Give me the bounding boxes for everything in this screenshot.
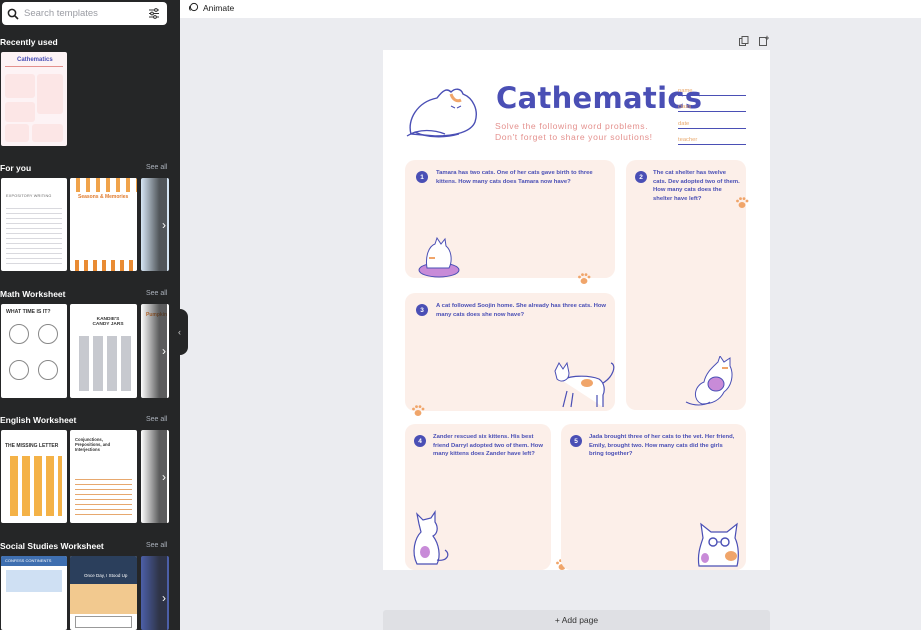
design-page[interactable]: Cathematics Solve the following word pro… — [383, 50, 770, 570]
thumb-title: WHAT TIME IS IT? — [6, 309, 51, 315]
thumb-card — [5, 74, 35, 98]
thumb-leaves — [70, 178, 137, 192]
section-title-social-studies-worksheet: Social Studies Worksheet — [0, 541, 104, 551]
problem-text: Jada brought three of her cats to the ve… — [589, 434, 735, 458]
section-title-math-worksheet: Math Worksheet — [0, 289, 66, 299]
thumb-photo — [70, 556, 137, 584]
thumb-card — [5, 102, 35, 122]
problem-card-4: 4 Zander rescued six kittens. His best f… — [405, 424, 551, 570]
collapse-panel-button[interactable]: ‹ — [171, 309, 188, 355]
template-thumb-recent-cathematics[interactable]: Cathematics — [1, 52, 67, 146]
clock-icon — [9, 360, 29, 380]
field-date[interactable]: date — [678, 121, 746, 129]
thumb-card — [37, 74, 63, 114]
paw-print-icon — [736, 197, 749, 208]
add-page-icon[interactable] — [758, 35, 770, 47]
thumb-lines — [75, 475, 132, 517]
problem-number: 4 — [414, 435, 426, 447]
field-teacher[interactable]: teacher — [678, 137, 746, 145]
thumb-card — [32, 124, 63, 142]
cat-with-glasses-illustration — [697, 522, 739, 567]
field-name[interactable]: name — [678, 88, 746, 96]
template-thumb-continents[interactable]: CONFESS CONTINENTS — [1, 556, 67, 630]
thumb-pictures — [6, 456, 62, 516]
thumb-card — [5, 124, 29, 142]
template-sidebar: Recently used Cathematics For you See al… — [0, 0, 180, 630]
see-all-math[interactable]: See all — [146, 290, 167, 297]
duplicate-page-icon[interactable] — [738, 35, 750, 47]
problem-card-1: 1 Tamara has two cats. One of her cats g… — [405, 160, 615, 278]
worksheet-title: Cathematics — [496, 81, 703, 115]
worksheet-subtitle-2: Don't forget to share your solutions! — [495, 132, 653, 142]
walking-cat-illustration — [554, 361, 615, 408]
filter-icon[interactable] — [142, 2, 166, 25]
problem-number: 5 — [570, 435, 582, 447]
scroll-right-icon[interactable]: › — [157, 591, 171, 605]
clock-icon — [38, 324, 58, 344]
see-all-for-you[interactable]: See all — [146, 164, 167, 171]
animate-icon — [188, 2, 199, 13]
animate-label: Animate — [203, 2, 235, 13]
thumb-title: Pumpkin — [146, 312, 168, 318]
cat-with-yarn-illustration — [685, 356, 733, 406]
problem-card-3: 3 A cat followed Soojin home. She alread… — [405, 293, 615, 411]
thumb-title: CONFESS CONTINENTS — [5, 558, 52, 563]
search-input[interactable] — [24, 8, 142, 19]
thumb-leaves — [70, 260, 137, 271]
editor-topbar: Animate — [180, 0, 921, 18]
chevron-left-icon: ‹ — [178, 327, 181, 337]
paw-print-icon — [412, 405, 425, 416]
section-title-for-you: For you — [0, 163, 32, 173]
thumb-band — [70, 584, 137, 614]
template-thumb-expository-writing[interactable]: EXPOSITORY WRITING — [1, 178, 67, 271]
search-bar[interactable] — [2, 2, 167, 25]
problem-text: A cat followed Soojin home. She already … — [436, 303, 606, 318]
thumb-lines — [6, 204, 62, 264]
see-all-social-studies[interactable]: See all — [146, 542, 167, 549]
problem-card-5: 5 Jada brought three of her cats to the … — [561, 424, 746, 570]
worksheet-subtitle-1: Solve the following word problems. — [495, 121, 649, 131]
sitting-cat-illustration — [413, 510, 449, 565]
add-page-button[interactable]: + Add page — [383, 610, 770, 630]
clock-icon — [9, 324, 29, 344]
thumb-map — [6, 570, 62, 592]
problem-number: 2 — [635, 171, 647, 183]
thumb-title: Cathematics — [17, 57, 53, 63]
section-title-recently-used: Recently used — [0, 37, 58, 47]
animate-button[interactable]: Animate — [188, 2, 234, 13]
thumb-title: Once Day, I Stood Up — [84, 573, 128, 578]
scroll-right-icon[interactable]: › — [157, 218, 171, 232]
template-thumb-candy-jars[interactable]: KANDIE'S CANDY JARS — [70, 304, 137, 398]
problem-number: 1 — [416, 171, 428, 183]
problem-text: Zander rescued six kittens. His best fri… — [433, 434, 543, 458]
paw-print-icon — [578, 273, 591, 284]
scroll-right-icon[interactable]: › — [157, 344, 171, 358]
thumb-title: Seasons & Memories — [78, 194, 129, 200]
template-thumb-conjunctions[interactable]: Conjunctions, Prepositions, and Interjec… — [70, 430, 137, 523]
see-all-english[interactable]: See all — [146, 416, 167, 423]
page-tools — [738, 35, 770, 47]
template-thumb-seasons-memories[interactable]: Seasons & Memories — [70, 178, 137, 271]
thumb-title: Conjunctions, Prepositions, and Interjec… — [75, 437, 111, 452]
problem-number: 3 — [416, 304, 428, 316]
sleeping-cat-illustration — [406, 88, 477, 138]
thumb-title: EXPOSITORY WRITING — [6, 194, 52, 198]
problem-text: Tamara has two cats. One of her cats gav… — [436, 170, 593, 185]
template-thumb-once-day[interactable]: Once Day, I Stood Up — [70, 556, 137, 630]
thumb-box — [75, 616, 132, 628]
clock-icon — [38, 360, 58, 380]
search-icon — [2, 2, 24, 25]
thumb-line — [5, 66, 63, 67]
template-thumb-missing-letter[interactable]: THE MISSING LETTER — [1, 430, 67, 523]
thumb-jars — [75, 336, 132, 391]
template-thumb-what-time-is-it[interactable]: WHAT TIME IS IT? — [1, 304, 67, 398]
section-title-english-worksheet: English Worksheet — [0, 415, 77, 425]
problem-card-2: 2 The cat shelter has twelve cats. Dev a… — [626, 160, 746, 410]
cat-on-cushion-illustration — [418, 236, 460, 278]
thumb-title: KANDIE'S CANDY JARS — [92, 317, 124, 327]
problem-text: The cat shelter has twelve cats. Dev ado… — [653, 170, 740, 202]
thumb-title: THE MISSING LETTER — [5, 443, 59, 449]
scroll-right-icon[interactable]: › — [157, 470, 171, 484]
field-class[interactable]: class — [678, 104, 746, 112]
